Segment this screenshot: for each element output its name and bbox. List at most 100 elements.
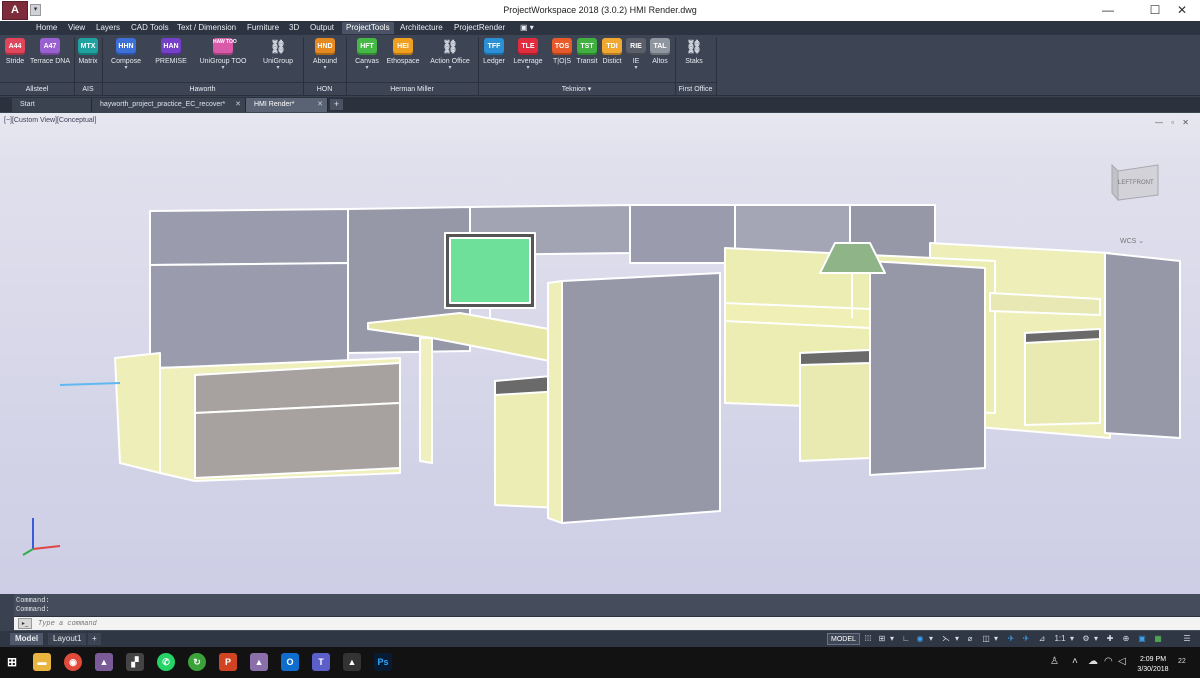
command-window-handle[interactable]	[0, 594, 14, 631]
transit-button[interactable]: TST Transit	[575, 38, 599, 65]
volume-icon[interactable]: ◁	[1118, 656, 1126, 667]
panel-label-allsteel: Allsteel	[0, 82, 74, 95]
annotation-scale-icon[interactable]: ⊿	[1036, 633, 1048, 645]
action-office-button[interactable]: ⛓ Action Office ▾	[425, 38, 475, 71]
windows-start-icon[interactable]: ⊞	[3, 653, 21, 671]
osnap-icon[interactable]: ⌀	[964, 633, 976, 645]
scale-ratio[interactable]: 1:1	[1052, 633, 1068, 645]
chevron-down-icon[interactable]: ▾	[1092, 633, 1100, 645]
ledger-button[interactable]: TFF Ledger	[481, 38, 507, 65]
ortho-icon[interactable]: ∟	[900, 633, 912, 645]
ie-button[interactable]: RIE IE ▾	[625, 38, 647, 71]
viewport-window-controls[interactable]: — ▫ ✕	[1155, 118, 1192, 127]
chevron-down-icon[interactable]: ▾	[953, 633, 961, 645]
cad-app-icon[interactable]: ▞	[126, 653, 144, 671]
distict-button[interactable]: TDI Distict	[600, 38, 624, 65]
chevron-down-icon: ▾	[634, 65, 638, 71]
abound-button[interactable]: HND Abound ▾	[308, 38, 342, 71]
workspace-gear-icon[interactable]: ⚙	[1080, 633, 1092, 645]
altos-button[interactable]: TAL Altos	[648, 38, 672, 65]
clean-screen-icon[interactable]: ▦	[1152, 633, 1164, 645]
tab-layout1[interactable]: Layout1	[48, 633, 87, 645]
cad-app-icon[interactable]: ▲	[250, 653, 268, 671]
command-input[interactable]	[38, 618, 338, 629]
outlook-icon[interactable]: O	[281, 653, 299, 671]
staks-button[interactable]: ⛓ Staks	[680, 38, 708, 65]
cloud-icon[interactable]: ☁	[1088, 656, 1098, 667]
customization-menu-icon[interactable]: ☰	[1180, 633, 1194, 645]
menu-home[interactable]: Home	[32, 22, 61, 34]
grid-icon[interactable]: ⁞⁞⁞	[862, 633, 874, 645]
wcs-menu[interactable]: WCS ⌄	[1120, 237, 1144, 245]
tos-button[interactable]: TOS T|O|S	[550, 38, 574, 65]
file-explorer-icon[interactable]: ▬	[33, 653, 51, 671]
ethospace-button[interactable]: HEI Ethospace	[385, 38, 421, 65]
model-space-button[interactable]: MODEL	[827, 633, 860, 645]
new-tab-button[interactable]: +	[330, 99, 343, 110]
people-icon[interactable]: ♙	[1050, 656, 1059, 667]
menu-view[interactable]: View	[64, 22, 89, 34]
cad-app-icon[interactable]: ▲	[95, 653, 113, 671]
tab-hmi-render[interactable]: HMI Render* ✕	[246, 98, 328, 112]
tab-start[interactable]: Start	[12, 98, 92, 112]
viewport-controls-label[interactable]: [−][Custom View][Conceptual]	[4, 117, 96, 124]
canvas-button[interactable]: HFT Canvas ▾	[352, 38, 382, 71]
menu-furniture[interactable]: Furniture	[243, 22, 283, 34]
powerpoint-icon[interactable]: P	[219, 653, 237, 671]
chevron-down-icon[interactable]: ▾	[888, 633, 896, 645]
system-clock[interactable]: 2:09 PM 3/30/2018	[1133, 655, 1173, 675]
command-history-line: Command:	[16, 597, 50, 605]
photoshop-icon[interactable]: Ps	[374, 653, 392, 671]
command-prompt-icon[interactable]: ▸_	[18, 618, 32, 629]
canvas-label: Canvas	[355, 58, 379, 65]
menu-architecture[interactable]: Architecture	[396, 22, 447, 34]
drawing-viewport[interactable]: LEFT FRONT [−][Custom View][Conceptual] …	[0, 113, 1200, 594]
isolate-objects-icon[interactable]: ⊕	[1120, 633, 1132, 645]
close-icon[interactable]: ✕	[235, 98, 241, 112]
terrace-dna-button[interactable]: A47 Terrace DNA	[27, 38, 73, 65]
refresh-app-icon[interactable]: ↻	[188, 653, 206, 671]
menu-projecttools[interactable]: ProjectTools	[342, 22, 394, 34]
panel-label-teknion[interactable]: Teknion ▾	[478, 82, 675, 95]
matrix-button[interactable]: MTX Matrix	[76, 38, 100, 65]
chrome-icon[interactable]: ◉	[64, 653, 82, 671]
hardware-acceleration-icon[interactable]: ▣	[1136, 633, 1148, 645]
chevron-down-icon[interactable]: ▾	[992, 633, 1000, 645]
menu-cad-tools[interactable]: CAD Tools	[127, 22, 173, 34]
add-layout-button[interactable]: +	[88, 633, 101, 645]
tab-hayworth-project[interactable]: hayworth_project_practice_EC_recover* ✕	[92, 98, 246, 112]
close-button[interactable]: ✕	[1164, 0, 1200, 21]
menu-projectrender[interactable]: ProjectRender	[450, 22, 509, 34]
close-icon[interactable]: ✕	[317, 98, 323, 112]
auto-scale-icon[interactable]: ✈	[1020, 633, 1032, 645]
polar-icon[interactable]: ◉	[914, 633, 926, 645]
wifi-icon[interactable]: ◠	[1104, 656, 1113, 667]
menu-extra-dropdown[interactable]: ▣ ▾	[516, 22, 538, 34]
notifications-badge[interactable]: 22	[1178, 658, 1186, 665]
menu-text-dimension[interactable]: Text / Dimension	[173, 22, 240, 34]
viewcube[interactable]: LEFT FRONT	[1111, 163, 1159, 202]
menu-layers[interactable]: Layers	[92, 22, 124, 34]
leverage-button[interactable]: TLE Leverage ▾	[511, 38, 545, 71]
plus-icon[interactable]: ✚	[1104, 633, 1116, 645]
unigroup-button[interactable]: ⛓ UniGroup ▾	[260, 38, 296, 71]
compose-button[interactable]: HHN Compose ▾	[107, 38, 145, 71]
tab-model[interactable]: Model	[10, 633, 44, 645]
minimize-button[interactable]: —	[1090, 0, 1126, 21]
teams-icon[interactable]: T	[312, 653, 330, 671]
wire-line	[59, 382, 121, 386]
stride-button[interactable]: A44 Stride	[3, 38, 27, 65]
photos-icon[interactable]: ▲	[343, 653, 361, 671]
menu-output[interactable]: Output	[306, 22, 338, 34]
chevron-down-icon[interactable]: ▾	[1068, 633, 1076, 645]
annotation-visibility-icon[interactable]: ✈	[1005, 633, 1017, 645]
selection-cycle-icon[interactable]: ◫	[980, 633, 992, 645]
premise-button[interactable]: HAN PREMISE	[152, 38, 190, 65]
chevron-up-icon[interactable]: ˄	[1072, 656, 1078, 667]
menu-3d[interactable]: 3D	[285, 22, 303, 34]
chevron-down-icon[interactable]: ▾	[927, 633, 935, 645]
snap-icon[interactable]: ⊞	[876, 633, 888, 645]
isodraft-icon[interactable]: ⋋	[940, 633, 952, 645]
unigroup-too-button[interactable]: HAW TOO UniGroup TOO ▾	[196, 38, 250, 71]
whatsapp-icon[interactable]: ✆	[157, 653, 175, 671]
